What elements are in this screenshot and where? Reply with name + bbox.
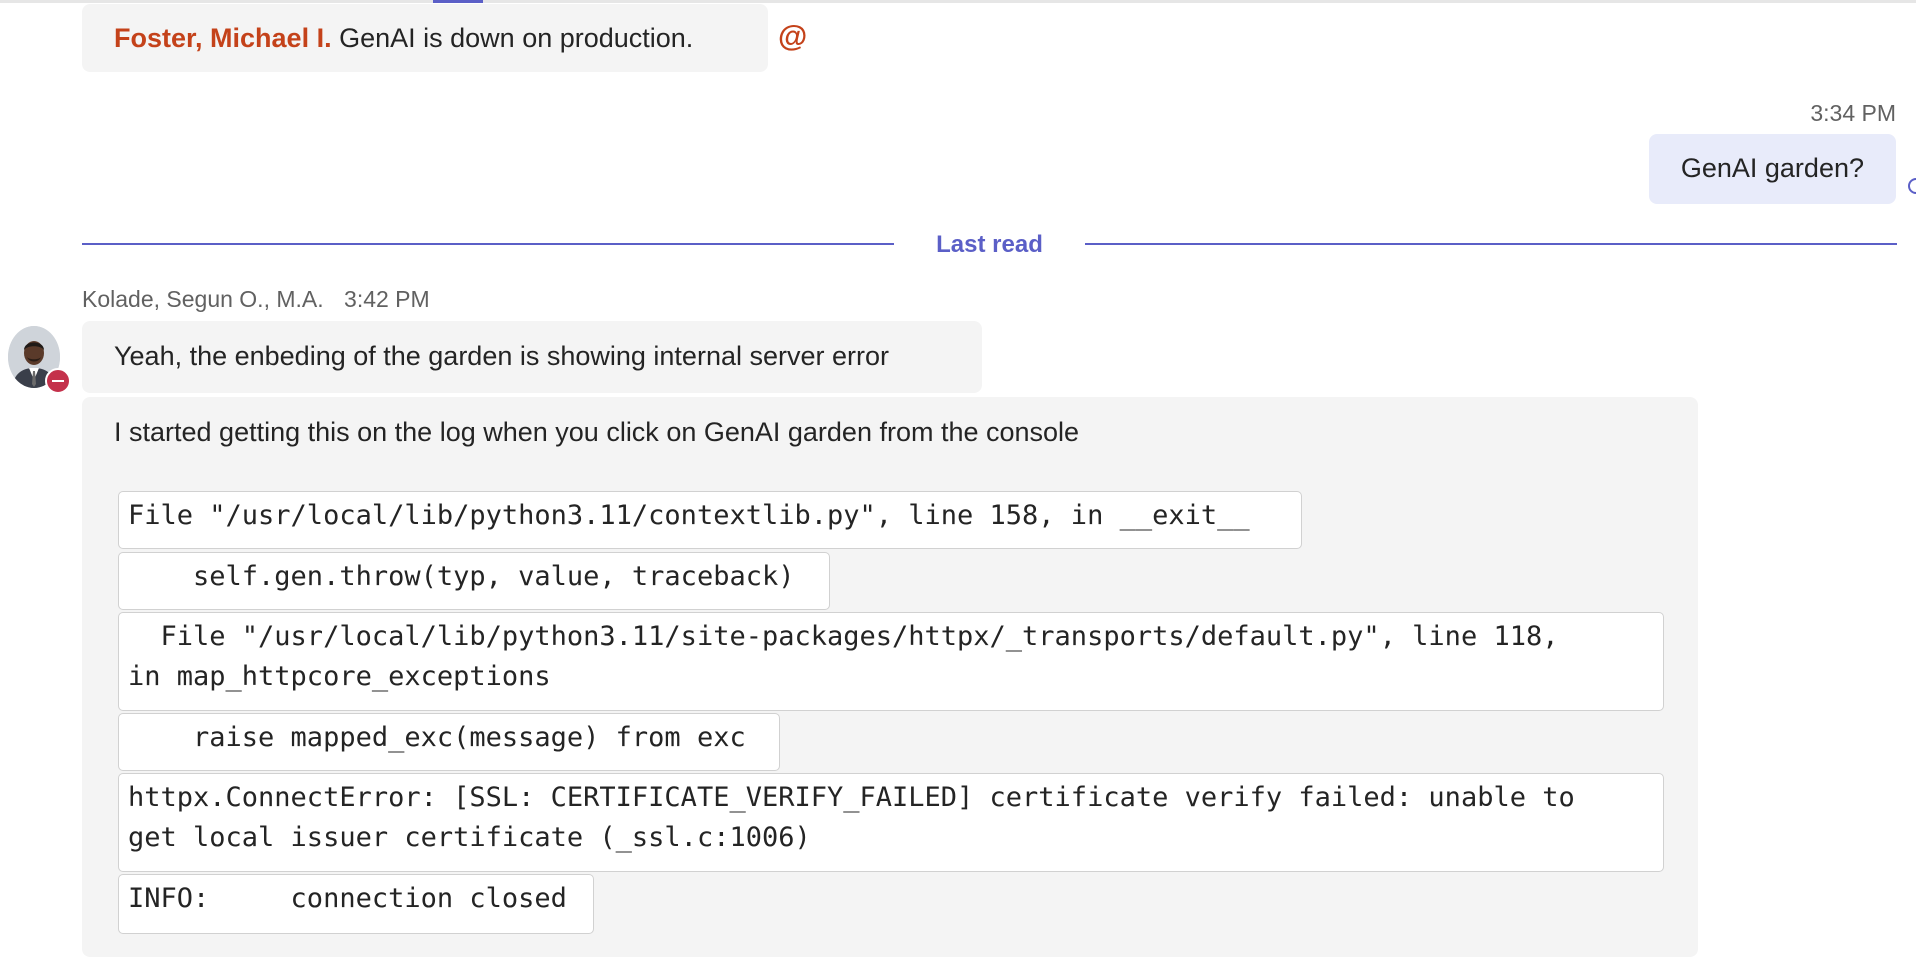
code-snippet[interactable]: raise mapped_exc(message) from exc [118, 713, 780, 771]
message-timestamp: 3:34 PM [1810, 100, 1896, 126]
author-name[interactable]: Kolade, Segun O., M.A. [82, 286, 324, 312]
own-message-bubble[interactable]: GenAI garden? [1648, 134, 1896, 204]
last-read-label: Last read [936, 231, 1043, 258]
divider-line-left [82, 243, 894, 245]
mention-tag[interactable]: Foster, Michael I. [114, 23, 332, 53]
code-snippet[interactable]: INFO: connection closed [118, 874, 594, 934]
top-border [0, 0, 1916, 3]
mention-at-icon: @ [778, 20, 808, 53]
message-text: I started getting this on the log when y… [114, 417, 1080, 447]
divider-line-right [1085, 243, 1897, 245]
message-text: GenAI is down on production. [339, 23, 694, 53]
message-bubble[interactable]: Yeah, the enbeding of the garden is show… [82, 321, 982, 393]
active-tab-indicator [433, 0, 483, 3]
read-receipt-icon [1908, 178, 1916, 194]
message-bubble[interactable]: I started getting this on the log when y… [82, 397, 1698, 957]
code-snippet[interactable]: File "/usr/local/lib/python3.11/site-pac… [118, 612, 1664, 711]
message-header: Kolade, Segun O., M.A. 3:42 PM [82, 286, 430, 313]
message-bubble[interactable]: Foster, Michael I. GenAI is down on prod… [82, 4, 768, 72]
code-snippet[interactable]: File "/usr/local/lib/python3.11/contextl… [118, 491, 1302, 549]
message-text: Yeah, the enbeding of the garden is show… [114, 341, 889, 371]
code-snippet[interactable]: self.gen.throw(typ, value, traceback) [118, 552, 830, 610]
code-snippet[interactable]: httpx.ConnectError: [SSL: CERTIFICATE_VE… [118, 773, 1664, 872]
message-timestamp: 3:42 PM [344, 286, 430, 312]
message-text: GenAI garden? [1680, 153, 1864, 183]
presence-busy-icon [45, 368, 71, 394]
